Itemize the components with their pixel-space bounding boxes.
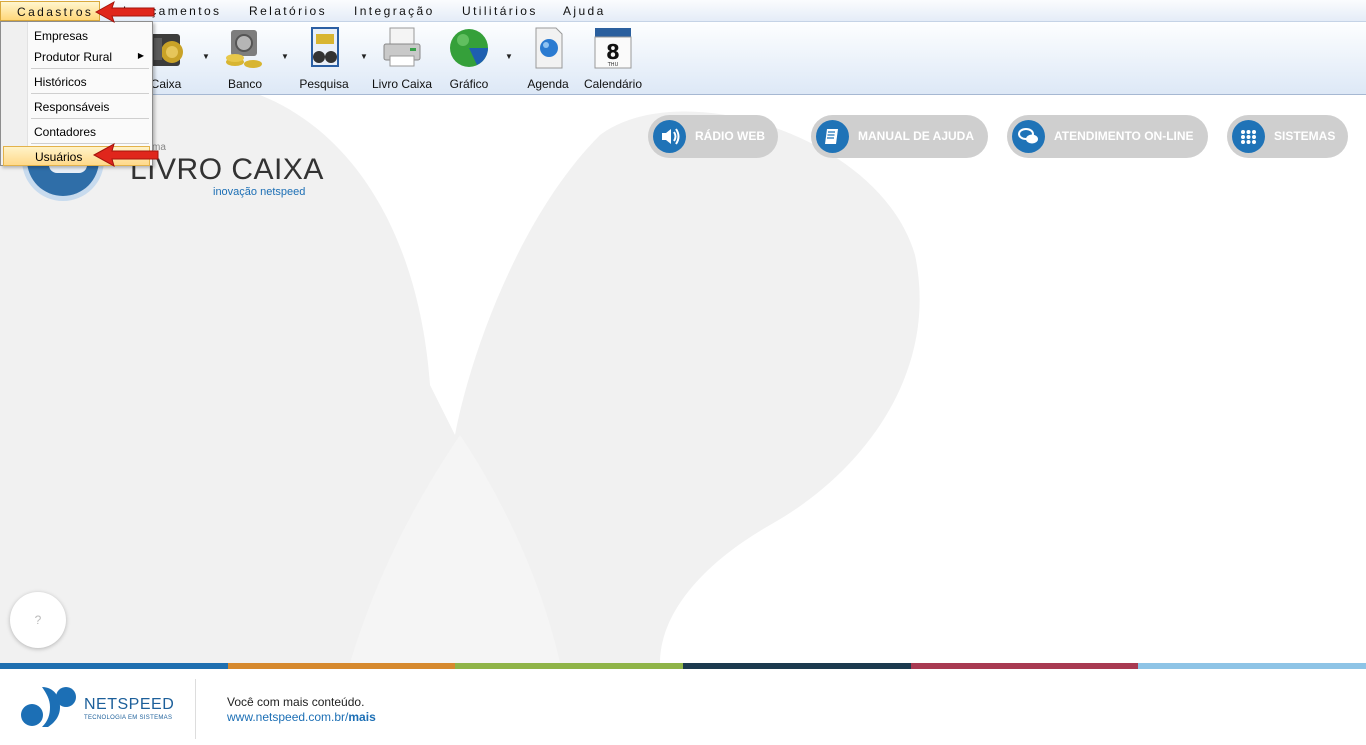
toolbar-grafico-label: Gráfico (449, 77, 489, 91)
footer-divider (195, 679, 196, 739)
footer-link[interactable]: www.netspeed.com.br/mais (227, 710, 376, 724)
menu-relatorios[interactable]: Relatórios (249, 4, 327, 18)
radio-web-button[interactable]: RÁDIO WEB (648, 115, 778, 158)
chat-icon (1012, 120, 1045, 153)
netspeed-logo-icon (21, 687, 76, 727)
banco-dropdown-arrow-icon[interactable]: ▼ (281, 52, 289, 61)
pie-chart-icon (450, 29, 488, 67)
logo-tagline: inovação netspeed (213, 186, 306, 198)
book-icon (816, 120, 849, 153)
toolbar-banco-label: Banco (227, 77, 263, 91)
menu-item-historicos[interactable]: Históricos (3, 72, 150, 92)
netspeed-brand-sub: TECNOLOGIA EM SISTEMAS (84, 715, 173, 721)
toolbar-calendario-button[interactable]: 8 THU Calendário (578, 24, 648, 92)
atendimento-online-button[interactable]: ATENDIMENTO ON-LINE (1007, 115, 1208, 158)
menu-item-contadores[interactable]: Contadores (3, 122, 150, 142)
footer: NETSPEED TECNOLOGIA EM SISTEMAS Você com… (0, 669, 1366, 745)
menu-utilitarios[interactable]: Utilitários (462, 4, 538, 18)
grid-icon (1232, 120, 1265, 153)
menu-bar: Cadastros Lançamentos Relatórios Integra… (0, 0, 1366, 22)
atendimento-online-label: ATENDIMENTO ON-LINE (1054, 129, 1194, 143)
calendar-icon: 8 THU (594, 28, 632, 69)
footer-slogan: Você com mais conteúdo. (227, 695, 365, 709)
bank-icon (226, 30, 262, 68)
toolbar-agenda-label: Agenda (527, 77, 569, 91)
toolbar-agenda-button[interactable]: Agenda (513, 24, 583, 92)
sistemas-label: SISTEMAS (1274, 129, 1336, 143)
svg-text:8: 8 (606, 40, 620, 64)
toolbar-grafico-button[interactable]: Gráfico (434, 24, 504, 92)
menu-ajuda[interactable]: Ajuda (563, 4, 606, 18)
menu-item-responsaveis[interactable]: Responsáveis (3, 97, 150, 117)
grafico-dropdown-arrow-icon[interactable]: ▼ (505, 52, 513, 61)
toolbar-banco-button[interactable]: Banco (210, 24, 280, 92)
toolbar-pesquisa-button[interactable]: Pesquisa (289, 24, 359, 92)
agenda-globe-icon (535, 27, 563, 69)
search-binoculars-icon (311, 27, 339, 67)
caixa-dropdown-arrow-icon[interactable]: ▼ (202, 52, 210, 61)
red-arrow-annotation-icon (92, 142, 159, 168)
main-area: ma LIVRO CAIXA inovação netspeed RÁDIO W… (0, 95, 1366, 663)
speaker-icon (653, 120, 686, 153)
menu-item-produtor-rural[interactable]: Produtor Rural ▶ (3, 47, 150, 67)
toolbar-pesquisa-label: Pesquisa (299, 77, 349, 91)
menu-item-empresas[interactable]: Empresas (3, 26, 150, 46)
menu-integracao[interactable]: Integração (354, 4, 435, 18)
sistemas-button[interactable]: SISTEMAS (1227, 115, 1348, 158)
radio-web-label: RÁDIO WEB (695, 129, 765, 143)
manual-de-ajuda-label: MANUAL DE AJUDA (858, 129, 975, 143)
red-arrow-annotation-icon (94, 0, 155, 24)
toolbar: Caixa ▼ Banco ▼ Pesquisa ▼ Livro Caixa G… (0, 22, 1366, 95)
netspeed-brand: NETSPEED (84, 696, 175, 713)
svg-text:THU: THU (607, 62, 619, 68)
toolbar-livro-caixa-label: Livro Caixa (371, 77, 433, 91)
printer-book-icon (383, 27, 421, 67)
menu-cadastros[interactable]: Cadastros (0, 1, 101, 21)
help-button[interactable]: ? (10, 592, 66, 648)
toolbar-livro-caixa-button[interactable]: Livro Caixa (367, 24, 437, 92)
manual-de-ajuda-button[interactable]: MANUAL DE AJUDA (811, 115, 988, 158)
toolbar-calendario-label: Calendário (583, 77, 643, 91)
submenu-arrow-icon: ▶ (137, 51, 144, 60)
